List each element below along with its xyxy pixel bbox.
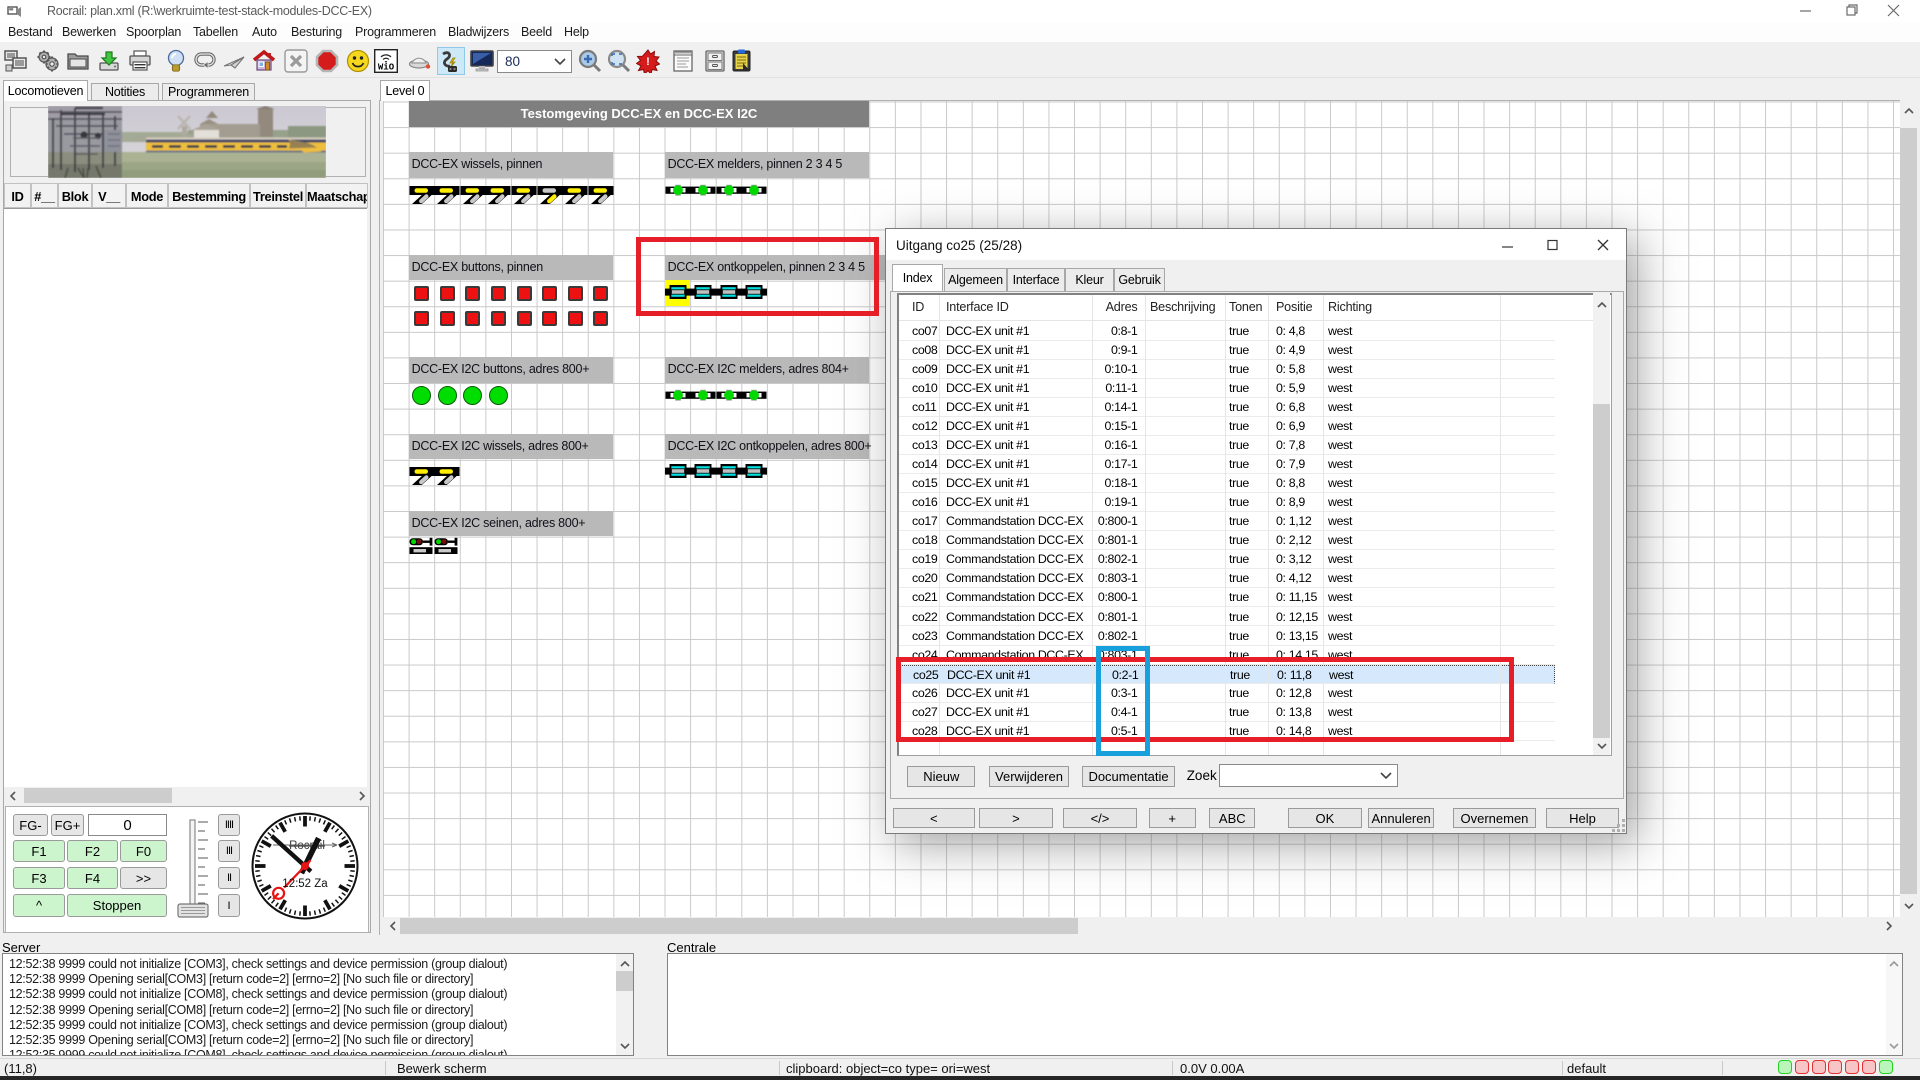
svg-text:!: ! bbox=[646, 56, 650, 68]
svg-text:12:52 Za: 12:52 Za bbox=[282, 878, 328, 890]
svg-text:WiO: WiO bbox=[378, 63, 395, 73]
